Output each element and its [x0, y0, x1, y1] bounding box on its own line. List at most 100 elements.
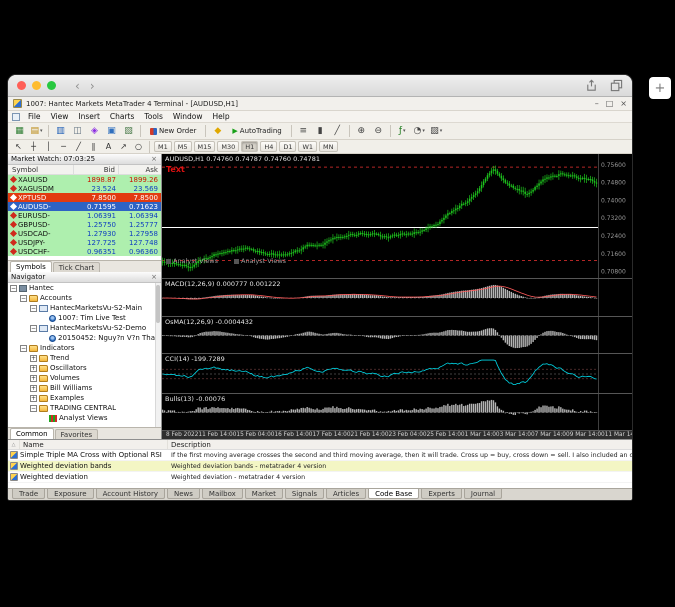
- close-traffic-light[interactable]: [17, 81, 26, 90]
- market-watch-row[interactable]: USDCHF-0.963510.96360: [8, 247, 161, 256]
- close-icon[interactable]: ×: [150, 156, 158, 163]
- zoom-traffic-light[interactable]: [47, 81, 56, 90]
- expand-toggle-icon[interactable]: −: [30, 305, 37, 312]
- menu-window[interactable]: Window: [168, 112, 208, 121]
- tree-item-hantec[interactable]: −Hantec: [8, 283, 161, 293]
- cci-pane[interactable]: CCI(14) -199.7289: [162, 353, 632, 393]
- sort-icon[interactable]: △: [8, 440, 20, 449]
- tree-item-examples[interactable]: +Examples: [8, 393, 161, 403]
- tree-item-hantecmarketsvu-s2-main[interactable]: −HantecMarketsVu-S2-Main: [8, 303, 161, 313]
- expand-toggle-icon[interactable]: −: [30, 405, 37, 412]
- candlestick-chart-icon[interactable]: ▮: [313, 124, 328, 138]
- bulls-pane[interactable]: Bulls(13) -0.00076: [162, 393, 632, 430]
- codebase-row[interactable]: Weighted deviationWeighted deviation - m…: [8, 472, 632, 483]
- column-description[interactable]: Description: [168, 440, 632, 449]
- window-restore-button[interactable]: □: [606, 100, 614, 108]
- templates-icon[interactable]: ▨▾: [429, 124, 444, 138]
- column-ask[interactable]: Ask: [119, 165, 161, 174]
- terminal-tab-account-history[interactable]: Account History: [96, 489, 165, 499]
- tree-item-bill-williams[interactable]: +Bill Williams: [8, 383, 161, 393]
- zoom-out-icon[interactable]: ⊖: [371, 124, 386, 138]
- tree-item-20150452-nguy-n-v-n-thanh[interactable]: 20150452: Nguy?n V?n Thanh: [8, 333, 161, 343]
- terminal-tab-articles[interactable]: Articles: [326, 489, 366, 499]
- column-name[interactable]: Name: [20, 440, 168, 449]
- market-watch-row[interactable]: USDJPY-127.725127.748: [8, 238, 161, 247]
- scrollbar-thumb[interactable]: [156, 285, 160, 323]
- expand-toggle-icon[interactable]: −: [30, 325, 37, 332]
- timeframe-h1[interactable]: H1: [241, 141, 258, 152]
- tab-symbols[interactable]: Symbols: [10, 261, 52, 272]
- strategy-tester-icon[interactable]: ▧: [121, 124, 136, 138]
- crosshair-icon[interactable]: ┼: [27, 141, 40, 153]
- timeframe-m15[interactable]: M15: [194, 141, 216, 152]
- menu-charts[interactable]: Charts: [105, 112, 140, 121]
- text-label-icon[interactable]: A: [102, 141, 115, 153]
- osma-pane[interactable]: OsMA(12,26,9) -0.0004432: [162, 316, 632, 353]
- timeframe-h4[interactable]: H4: [260, 141, 277, 152]
- data-window-icon[interactable]: ◫: [70, 124, 85, 138]
- minimize-traffic-light[interactable]: [32, 81, 41, 90]
- expand-toggle-icon[interactable]: +: [30, 375, 37, 382]
- new-chart-icon[interactable]: ▦: [12, 124, 27, 138]
- equidistant-channel-icon[interactable]: ∥: [87, 141, 100, 153]
- market-watch-row[interactable]: EURUSD-1.063911.06394: [8, 211, 161, 220]
- periods-icon[interactable]: ◔▾: [412, 124, 427, 138]
- chart-text-object[interactable]: Text: [166, 165, 185, 174]
- market-watch-row[interactable]: USDCAD-1.279301.27958: [8, 229, 161, 238]
- tree-item-hantecmarketsvu-s2-demo[interactable]: −HantecMarketsVu-S2-Demo: [8, 323, 161, 333]
- indicators-icon[interactable]: ƒ▾: [395, 124, 410, 138]
- back-button[interactable]: ‹: [70, 80, 85, 92]
- timeframe-mn[interactable]: MN: [319, 141, 337, 152]
- timeframe-w1[interactable]: W1: [298, 141, 317, 152]
- market-watch-row[interactable]: GBPUSD-1.257501.25777: [8, 220, 161, 229]
- profiles-icon[interactable]: ▤▾: [29, 124, 44, 138]
- time-axis[interactable]: 8 Feb 202211 Feb 14:0015 Feb 04:0016 Feb…: [162, 430, 632, 439]
- tree-item-analyst-views[interactable]: Analyst Views: [8, 413, 161, 423]
- shapes-icon[interactable]: ○: [132, 141, 145, 153]
- menu-file[interactable]: File: [23, 112, 46, 121]
- terminal-tab-trade[interactable]: Trade: [12, 489, 45, 499]
- market-watch-row[interactable]: XAUUSD1898.871899.26: [8, 175, 161, 184]
- share-icon[interactable]: [585, 79, 598, 92]
- expand-toggle-icon[interactable]: +: [30, 365, 37, 372]
- menu-view[interactable]: View: [46, 112, 74, 121]
- new-tab-button[interactable]: +: [649, 77, 671, 99]
- window-minimize-button[interactable]: –: [595, 100, 599, 108]
- column-symbol[interactable]: Symbol: [8, 165, 74, 174]
- tree-item-indicators[interactable]: −Indicators: [8, 343, 161, 353]
- tree-item-trading-central[interactable]: −TRADING CENTRAL: [8, 403, 161, 413]
- arrow-object-icon[interactable]: ↗: [117, 141, 130, 153]
- tab-tick-chart[interactable]: Tick Chart: [53, 262, 100, 272]
- chart-area[interactable]: AUDUSD,H1 0.74760 0.74787 0.74760 0.7478…: [162, 154, 632, 439]
- menu-tools[interactable]: Tools: [139, 112, 167, 121]
- navigator-icon[interactable]: ◈: [87, 124, 102, 138]
- tree-item-accounts[interactable]: −Accounts: [8, 293, 161, 303]
- menu-insert[interactable]: Insert: [73, 112, 105, 121]
- terminal-tab-experts[interactable]: Experts: [421, 489, 462, 499]
- terminal-tab-mailbox[interactable]: Mailbox: [202, 489, 243, 499]
- market-watch-row[interactable]: XPTUSD7.85007.8500: [8, 193, 161, 202]
- window-close-button[interactable]: ×: [620, 100, 627, 108]
- cci-canvas[interactable]: [162, 354, 632, 393]
- new-order-button[interactable]: New Order: [145, 124, 201, 138]
- terminal-tab-market[interactable]: Market: [245, 489, 283, 499]
- terminal-tab-news[interactable]: News: [167, 489, 200, 499]
- market-watch-row[interactable]: XAGUSDM23.52423.569: [8, 184, 161, 193]
- tree-item-oscillators[interactable]: +Oscillators: [8, 363, 161, 373]
- codebase-row[interactable]: Weighted deviation bandsWeighted deviati…: [8, 461, 632, 472]
- zoom-in-icon[interactable]: ⊕: [354, 124, 369, 138]
- expand-toggle-icon[interactable]: −: [20, 295, 27, 302]
- vertical-line-icon[interactable]: │: [42, 141, 55, 153]
- expand-toggle-icon[interactable]: +: [30, 385, 37, 392]
- column-bid[interactable]: Bid: [74, 165, 119, 174]
- tree-item-trend[interactable]: +Trend: [8, 353, 161, 363]
- menu-help[interactable]: Help: [207, 112, 234, 121]
- expand-toggle-icon[interactable]: −: [20, 345, 27, 352]
- terminal-icon[interactable]: ▣: [104, 124, 119, 138]
- terminal-tab-signals[interactable]: Signals: [285, 489, 324, 499]
- forward-button[interactable]: ›: [85, 80, 100, 92]
- close-icon[interactable]: ×: [150, 274, 158, 281]
- terminal-tab-journal[interactable]: Journal: [464, 489, 502, 499]
- metaeditor-icon[interactable]: ◆: [210, 124, 225, 138]
- tab-favorites[interactable]: Favorites: [55, 429, 99, 439]
